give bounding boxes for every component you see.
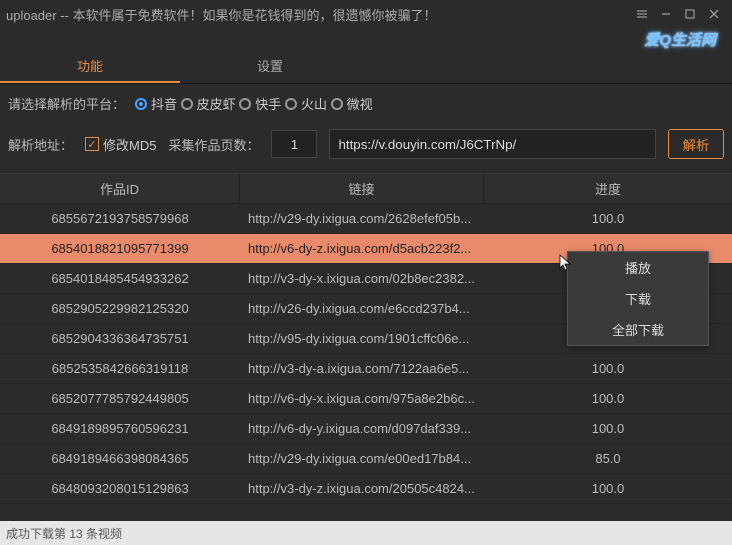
table-body: 6855672193758579968http://v29-dy.ixigua.…	[0, 204, 732, 504]
tab-bar: 功能 设置	[0, 50, 732, 84]
brand-area: 爱Q生活网	[0, 28, 732, 50]
table-row[interactable]: 6849189895760596231http://v6-dy-y.ixigua…	[0, 414, 732, 444]
cell-link: http://v3-dy-x.ixigua.com/02b8ec2382...	[240, 271, 484, 286]
platform-filter: 请选择解析的平台： 抖音 皮皮虾 快手 火山 微视	[0, 84, 732, 123]
table-row[interactable]: 6855672193758579968http://v29-dy.ixigua.…	[0, 204, 732, 234]
cell-id: 6854018485454933262	[0, 271, 240, 286]
radio-icon	[331, 98, 343, 110]
cell-id: 6855672193758579968	[0, 211, 240, 226]
cell-link: http://v26-dy.ixigua.com/e6ccd237b4...	[240, 301, 484, 316]
table-header: 作品ID 链接 进度	[0, 174, 732, 204]
cell-progress: 100.0	[484, 361, 732, 376]
col-link[interactable]: 链接	[240, 175, 484, 202]
cell-progress: 100.0	[484, 421, 732, 436]
radio-label: 快手	[255, 94, 281, 113]
cell-progress: 100.0	[484, 211, 732, 226]
radio-label: 微视	[347, 94, 373, 113]
cell-id: 6849189895760596231	[0, 421, 240, 436]
table-row[interactable]: 6848093208015129863http://v3-dy-z.ixigua…	[0, 474, 732, 504]
cell-link: http://v3-dy-z.ixigua.com/20505c4824...	[240, 481, 484, 496]
platform-radio-0[interactable]: 抖音	[135, 94, 177, 113]
check-icon: ✓	[85, 137, 99, 151]
address-label: 解析地址：	[8, 135, 73, 154]
table-row[interactable]: 6852535842666319118http://v3-dy-a.ixigua…	[0, 354, 732, 384]
cell-id: 6848093208015129863	[0, 481, 240, 496]
cell-id: 6852905229982125320	[0, 301, 240, 316]
cell-id: 6854018821095771399	[0, 241, 240, 256]
address-bar: 解析地址： ✓ 修改MD5 采集作品页数： 解析	[0, 123, 732, 173]
menu-play[interactable]: 播放	[568, 252, 708, 283]
pages-input[interactable]	[271, 130, 317, 158]
radio-icon	[181, 98, 193, 110]
title-bar: uploader -- 本软件属于免费软件！如果你是花钱得到的，很遗憾你被骗了！	[0, 0, 732, 28]
cell-id: 6852077785792449805	[0, 391, 240, 406]
menu-download-all[interactable]: 全部下载	[568, 314, 708, 345]
platform-label: 请选择解析的平台：	[8, 94, 125, 113]
tab-settings[interactable]: 设置	[180, 50, 360, 83]
col-id[interactable]: 作品ID	[0, 175, 240, 202]
tab-function[interactable]: 功能	[0, 50, 180, 83]
status-bar: 成功下载第 13 条视频	[0, 521, 732, 545]
context-menu: 播放 下载 全部下载	[567, 251, 709, 346]
cell-progress: 100.0	[484, 391, 732, 406]
cell-link: http://v6-dy-z.ixigua.com/d5acb223f2...	[240, 241, 484, 256]
menu-icon[interactable]	[630, 5, 654, 23]
table-row[interactable]: 6852077785792449805http://v6-dy-x.ixigua…	[0, 384, 732, 414]
modify-md5-checkbox[interactable]: ✓ 修改MD5	[85, 135, 156, 154]
pages-label: 采集作品页数：	[168, 135, 259, 154]
cell-id: 6852904336364735751	[0, 331, 240, 346]
radio-label: 皮皮虾	[197, 94, 236, 113]
radio-label: 火山	[301, 94, 327, 113]
platform-radio-4[interactable]: 微视	[331, 94, 373, 113]
radio-icon	[285, 98, 297, 110]
radio-icon	[135, 98, 147, 110]
maximize-button[interactable]	[678, 5, 702, 23]
cell-link: http://v3-dy-a.ixigua.com/7122aa6e5...	[240, 361, 484, 376]
table-row[interactable]: 6849189466398084365http://v29-dy.ixigua.…	[0, 444, 732, 474]
cell-id: 6852535842666319118	[0, 361, 240, 376]
close-button[interactable]	[702, 5, 726, 23]
cell-progress: 85.0	[484, 451, 732, 466]
cell-link: http://v6-dy-y.ixigua.com/d097daf339...	[240, 421, 484, 436]
cell-progress: 100.0	[484, 481, 732, 496]
col-progress[interactable]: 进度	[484, 175, 732, 202]
url-input[interactable]	[329, 129, 656, 159]
platform-radio-2[interactable]: 快手	[239, 94, 281, 113]
minimize-button[interactable]	[654, 5, 678, 23]
platform-radio-1[interactable]: 皮皮虾	[181, 94, 236, 113]
cell-link: http://v6-dy-x.ixigua.com/975a8e2b6c...	[240, 391, 484, 406]
brand-text: 爱Q生活网	[644, 29, 716, 50]
menu-download[interactable]: 下载	[568, 283, 708, 314]
parse-button[interactable]: 解析	[668, 129, 724, 159]
platform-radio-3[interactable]: 火山	[285, 94, 327, 113]
cell-id: 6849189466398084365	[0, 451, 240, 466]
cell-link: http://v29-dy.ixigua.com/2628efef05b...	[240, 211, 484, 226]
status-text: 成功下载第 13 条视频	[6, 525, 122, 542]
cell-link: http://v95-dy.ixigua.com/1901cffc06e...	[240, 331, 484, 346]
radio-icon	[239, 98, 251, 110]
radio-label: 抖音	[151, 94, 177, 113]
modify-md5-label: 修改MD5	[103, 135, 156, 154]
window-title: uploader -- 本软件属于免费软件！如果你是花钱得到的，很遗憾你被骗了！	[6, 5, 630, 24]
cell-link: http://v29-dy.ixigua.com/e00ed17b84...	[240, 451, 484, 466]
